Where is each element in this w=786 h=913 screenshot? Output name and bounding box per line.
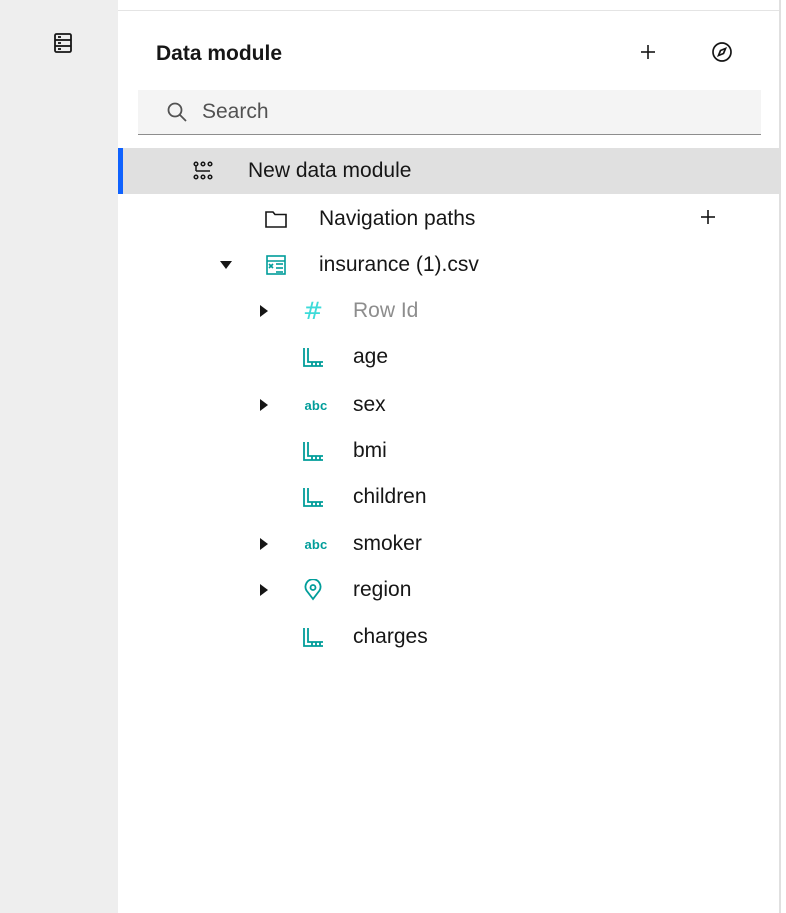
ruler-icon — [301, 485, 325, 509]
add-navigation-path-button[interactable] — [696, 207, 720, 231]
location-icon — [301, 578, 325, 602]
tree-item-column-region[interactable]: region — [118, 567, 779, 613]
data-server-icon[interactable] — [52, 32, 74, 54]
caret-down-icon[interactable] — [220, 259, 232, 271]
search-box — [138, 90, 761, 135]
compass-icon — [710, 40, 734, 69]
hash-icon: # — [302, 297, 324, 325]
abc-icon: abc — [304, 536, 328, 552]
tree-item-column-age[interactable]: age — [118, 334, 779, 380]
panel-resize-handle[interactable] — [779, 0, 781, 913]
caret-right-icon[interactable] — [258, 399, 270, 411]
add-source-button[interactable] — [634, 40, 662, 68]
tree-item-data-module[interactable]: New data module — [118, 148, 779, 194]
tree-item-label: insurance (1).csv — [319, 253, 479, 276]
tree-item-column-charges[interactable]: charges — [118, 614, 779, 660]
caret-right-icon[interactable] — [258, 538, 270, 550]
tree-item-column-children[interactable]: children — [118, 474, 779, 520]
tree-item-label: New data module — [248, 159, 412, 182]
selection-indicator — [118, 148, 123, 194]
tree-item-table[interactable]: insurance (1).csv — [118, 242, 779, 288]
search-icon — [166, 101, 188, 123]
ruler-icon — [301, 625, 325, 649]
tree-item-label: smoker — [353, 532, 422, 555]
search-input[interactable] — [202, 100, 722, 124]
folder-icon — [264, 207, 288, 231]
plus-icon — [700, 207, 716, 231]
tree-item-label: Row Id — [353, 299, 419, 322]
panel-title: Data module — [156, 42, 283, 65]
tree-item-label: Navigation paths — [319, 207, 476, 230]
ruler-icon — [301, 439, 325, 463]
relationships-button[interactable] — [708, 40, 736, 68]
tree-item-column-smoker[interactable]: abc smoker — [118, 521, 779, 567]
plus-icon — [639, 43, 657, 66]
tree-item-label: children — [353, 485, 427, 508]
ruler-icon — [301, 345, 325, 369]
table-icon — [264, 253, 288, 277]
tree-item-column-sex[interactable]: abc sex — [118, 382, 779, 428]
tree-item-label: bmi — [353, 439, 387, 462]
tree-item-navigation-paths[interactable]: Navigation paths — [118, 196, 779, 242]
data-module-panel: Data module Search New data module Navig… — [118, 0, 779, 913]
left-rail — [0, 0, 118, 913]
caret-right-icon[interactable] — [258, 305, 270, 317]
tree-item-label: region — [353, 578, 412, 601]
tree-item-column-bmi[interactable]: bmi — [118, 428, 779, 474]
tree-item-label: age — [353, 345, 389, 368]
tree-item-label: sex — [353, 393, 386, 416]
caret-right-icon[interactable] — [258, 584, 270, 596]
tree-item-column-row-id[interactable]: # Row Id — [118, 288, 779, 334]
data-module-icon — [191, 159, 215, 183]
top-divider — [118, 10, 779, 11]
abc-icon: abc — [304, 397, 328, 413]
tree-item-label: charges — [353, 625, 428, 648]
